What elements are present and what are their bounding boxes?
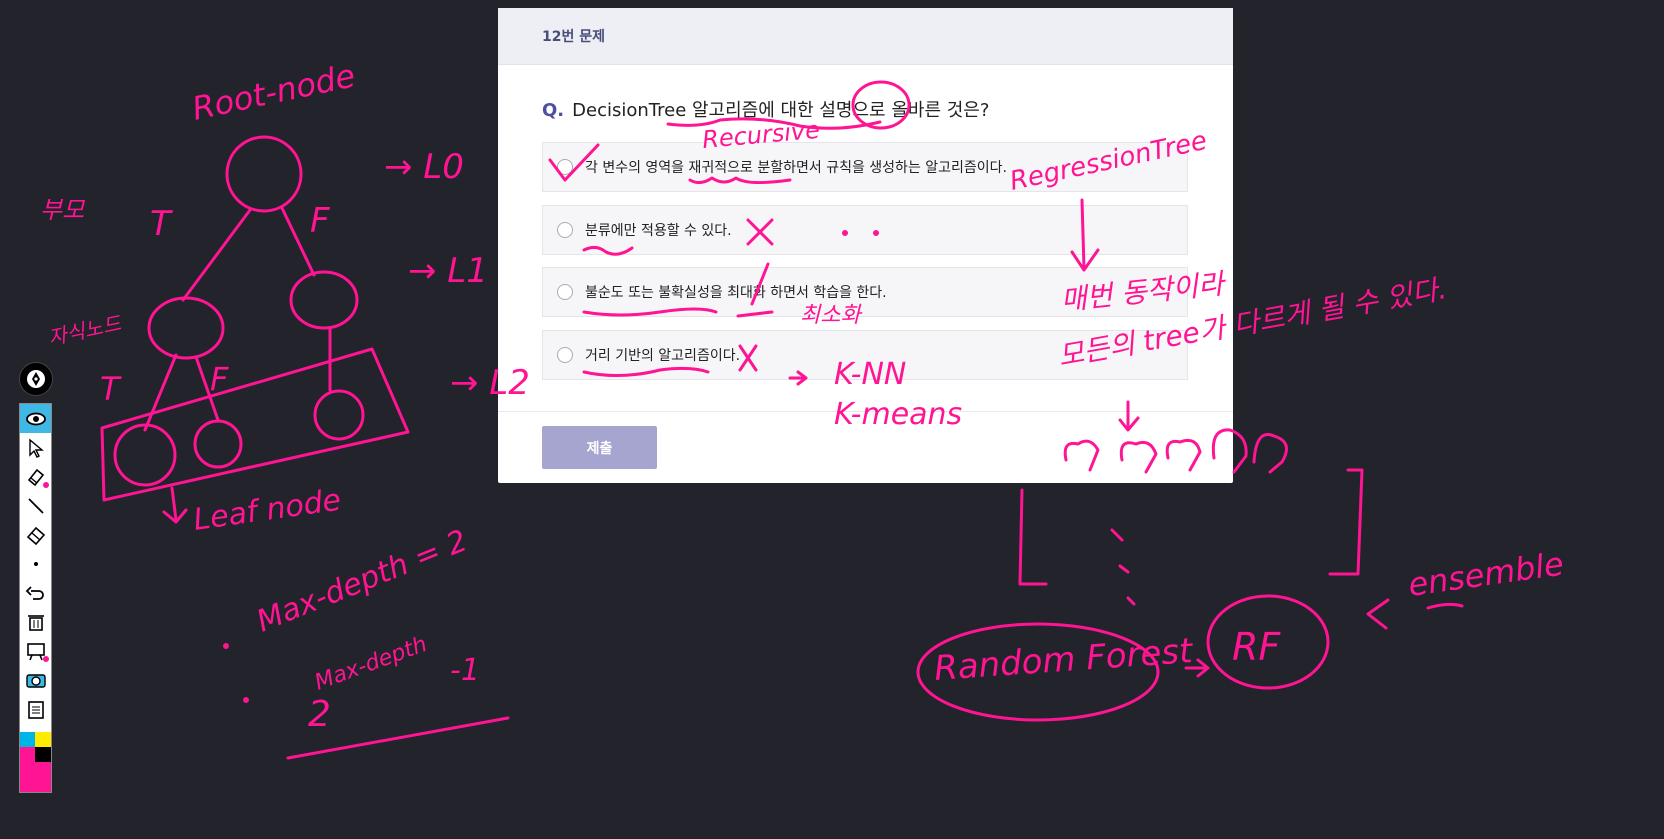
- quiz-card: 12번 문제 Q. DecisionTree 알고리즘에 대한 설명으로 올바른…: [498, 8, 1233, 483]
- level-0-label: → L0: [384, 147, 464, 187]
- rf-label: RF: [1232, 625, 1281, 669]
- max-depth-note-2: Max-depth: [312, 632, 431, 696]
- color-swatch-yellow[interactable]: [35, 732, 51, 747]
- radio-icon[interactable]: [557, 222, 573, 238]
- color-swatch-magenta[interactable]: [20, 747, 35, 762]
- board-icon[interactable]: [20, 636, 51, 665]
- radio-icon[interactable]: [557, 347, 573, 363]
- divider: [498, 411, 1233, 412]
- parent-label: 부모: [40, 196, 85, 224]
- line-icon[interactable]: [20, 491, 51, 520]
- undo-icon[interactable]: [20, 578, 51, 607]
- child-circle: [289, 270, 359, 330]
- clipboard-icon[interactable]: [20, 694, 51, 723]
- eye-icon[interactable]: [20, 404, 51, 433]
- trash-icon[interactable]: [20, 607, 51, 636]
- option-4[interactable]: 거리 기반의 알고리즘이다.: [542, 330, 1188, 380]
- child-circle: [147, 296, 225, 360]
- false-branch-label-2: F: [210, 360, 229, 398]
- eraser-icon[interactable]: [20, 520, 51, 549]
- question-text: DecisionTree 알고리즘에 대한 설명으로 올바른 것은?: [572, 100, 990, 121]
- highlighter-icon[interactable]: [20, 462, 51, 491]
- pointer-icon[interactable]: [20, 433, 51, 462]
- option-label: 거리 기반의 알고리즘이다.: [585, 348, 741, 364]
- camera-icon[interactable]: [20, 665, 51, 694]
- depth-two-note: 2: [308, 694, 331, 735]
- ensemble-label: ensemble: [1406, 545, 1566, 604]
- color-swatch-black[interactable]: [35, 747, 51, 762]
- minus-one-note: -1: [450, 653, 480, 688]
- question-prefix: Q.: [542, 100, 565, 121]
- color-swatch-cyan[interactable]: [20, 732, 35, 747]
- submit-button[interactable]: 제출: [542, 426, 657, 469]
- current-color: [20, 762, 51, 792]
- level-1-label: → L1: [408, 251, 488, 291]
- false-branch-label: F: [310, 201, 330, 241]
- drawing-toolbar: [19, 403, 52, 793]
- pen-icon[interactable]: [19, 362, 53, 396]
- true-branch-label-2: T: [100, 370, 122, 408]
- random-forest-circle: [916, 622, 1160, 722]
- quiz-header: 12번 문제: [498, 8, 1233, 65]
- root-node-label: Root-node: [189, 56, 359, 128]
- question-number: 12번 문제: [542, 29, 605, 45]
- color-palette[interactable]: [20, 732, 51, 792]
- option-1[interactable]: 각 변수의 영역을 재귀적으로 분할하면서 규칙을 생성하는 알고리즘이다.: [542, 142, 1188, 192]
- max-depth-note: Max-depth = 2: [252, 523, 472, 639]
- random-forest-label: Random Forest: [933, 631, 1195, 689]
- radio-icon[interactable]: [557, 284, 573, 300]
- root-circle: [225, 135, 303, 213]
- dot-icon[interactable]: [20, 549, 51, 578]
- option-label: 불순도 또는 불확실성을 최대화 하면서 학습을 한다.: [585, 285, 887, 301]
- rf-circle: [1206, 594, 1330, 690]
- child-node-label: 자식노드: [46, 311, 125, 350]
- option-3[interactable]: 불순도 또는 불확실성을 최대화 하면서 학습을 한다.: [542, 267, 1188, 317]
- option-label: 각 변수의 영역을 재귀적으로 분할하면서 규칙을 생성하는 알고리즘이다.: [585, 160, 1007, 176]
- option-label: 분류에만 적용할 수 있다.: [585, 223, 732, 239]
- radio-icon[interactable]: [557, 159, 573, 175]
- question: Q. DecisionTree 알고리즘에 대한 설명으로 올바른 것은?: [542, 96, 989, 122]
- option-2[interactable]: 분류에만 적용할 수 있다.: [542, 205, 1188, 255]
- leaf-box: [100, 347, 410, 502]
- leaf-node-label: Leaf node: [191, 483, 343, 538]
- true-branch-label: T: [150, 204, 173, 244]
